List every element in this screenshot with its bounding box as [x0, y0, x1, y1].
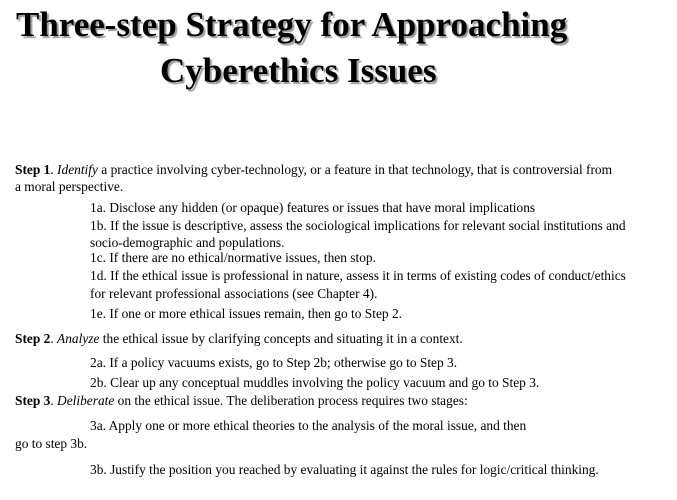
item-3b: 3b. Justify the position you reached by …: [90, 462, 599, 477]
step-3-text: on the ethical issue. The deliberation p…: [114, 393, 468, 408]
step-3-verb: Deliberate: [57, 393, 115, 408]
step-2-verb: Analyze: [57, 331, 100, 346]
step-1-text-cont: a moral perspective.: [15, 179, 124, 194]
step-3-label: Step 3: [15, 393, 51, 408]
title-line-1: Three-step Strategy for Approaching: [16, 5, 568, 44]
item-3a-line-1: 3a. Apply one or more ethical theories t…: [90, 418, 527, 433]
item-3a-line-2: go to step 3b.: [15, 436, 88, 451]
item-1d-line-1: 1d. If the ethical issue is professional…: [90, 268, 626, 283]
item-1e: 1e. If one or more ethical issues remain…: [90, 306, 402, 321]
title-line-2: Cyberethics Issues: [160, 51, 437, 90]
step-2-label: Step 2: [15, 331, 51, 346]
item-2a: 2a. If a policy vacuums exists, go to St…: [90, 355, 458, 370]
step-2-heading: Step 2. Analyze the ethical issue by cla…: [15, 330, 463, 347]
item-1b-line-1: 1b. If the issue is descriptive, assess …: [90, 218, 626, 233]
step-3-heading: Step 3. Deliberate on the ethical issue.…: [15, 392, 468, 409]
item-1c: 1c. If there are no ethical/normative is…: [90, 250, 376, 265]
item-2b: 2b. Clear up any conceptual muddles invo…: [90, 375, 540, 390]
step-1-text: a practice involving cyber-technology, o…: [97, 162, 613, 177]
step-1-heading: Step 1. Identify a practice involving cy…: [15, 161, 612, 178]
step-1-verb: Identify: [57, 162, 98, 177]
item-1a: 1a. Disclose any hidden (or opaque) feat…: [90, 200, 536, 215]
item-1d-line-2: for relevant professional associations (…: [90, 286, 378, 301]
step-1-label: Step 1: [15, 162, 51, 177]
page-title: Three-step Strategy for Approaching Cybe…: [0, 2, 620, 94]
step-2-text: the ethical issue by clarifying concepts…: [99, 331, 463, 346]
